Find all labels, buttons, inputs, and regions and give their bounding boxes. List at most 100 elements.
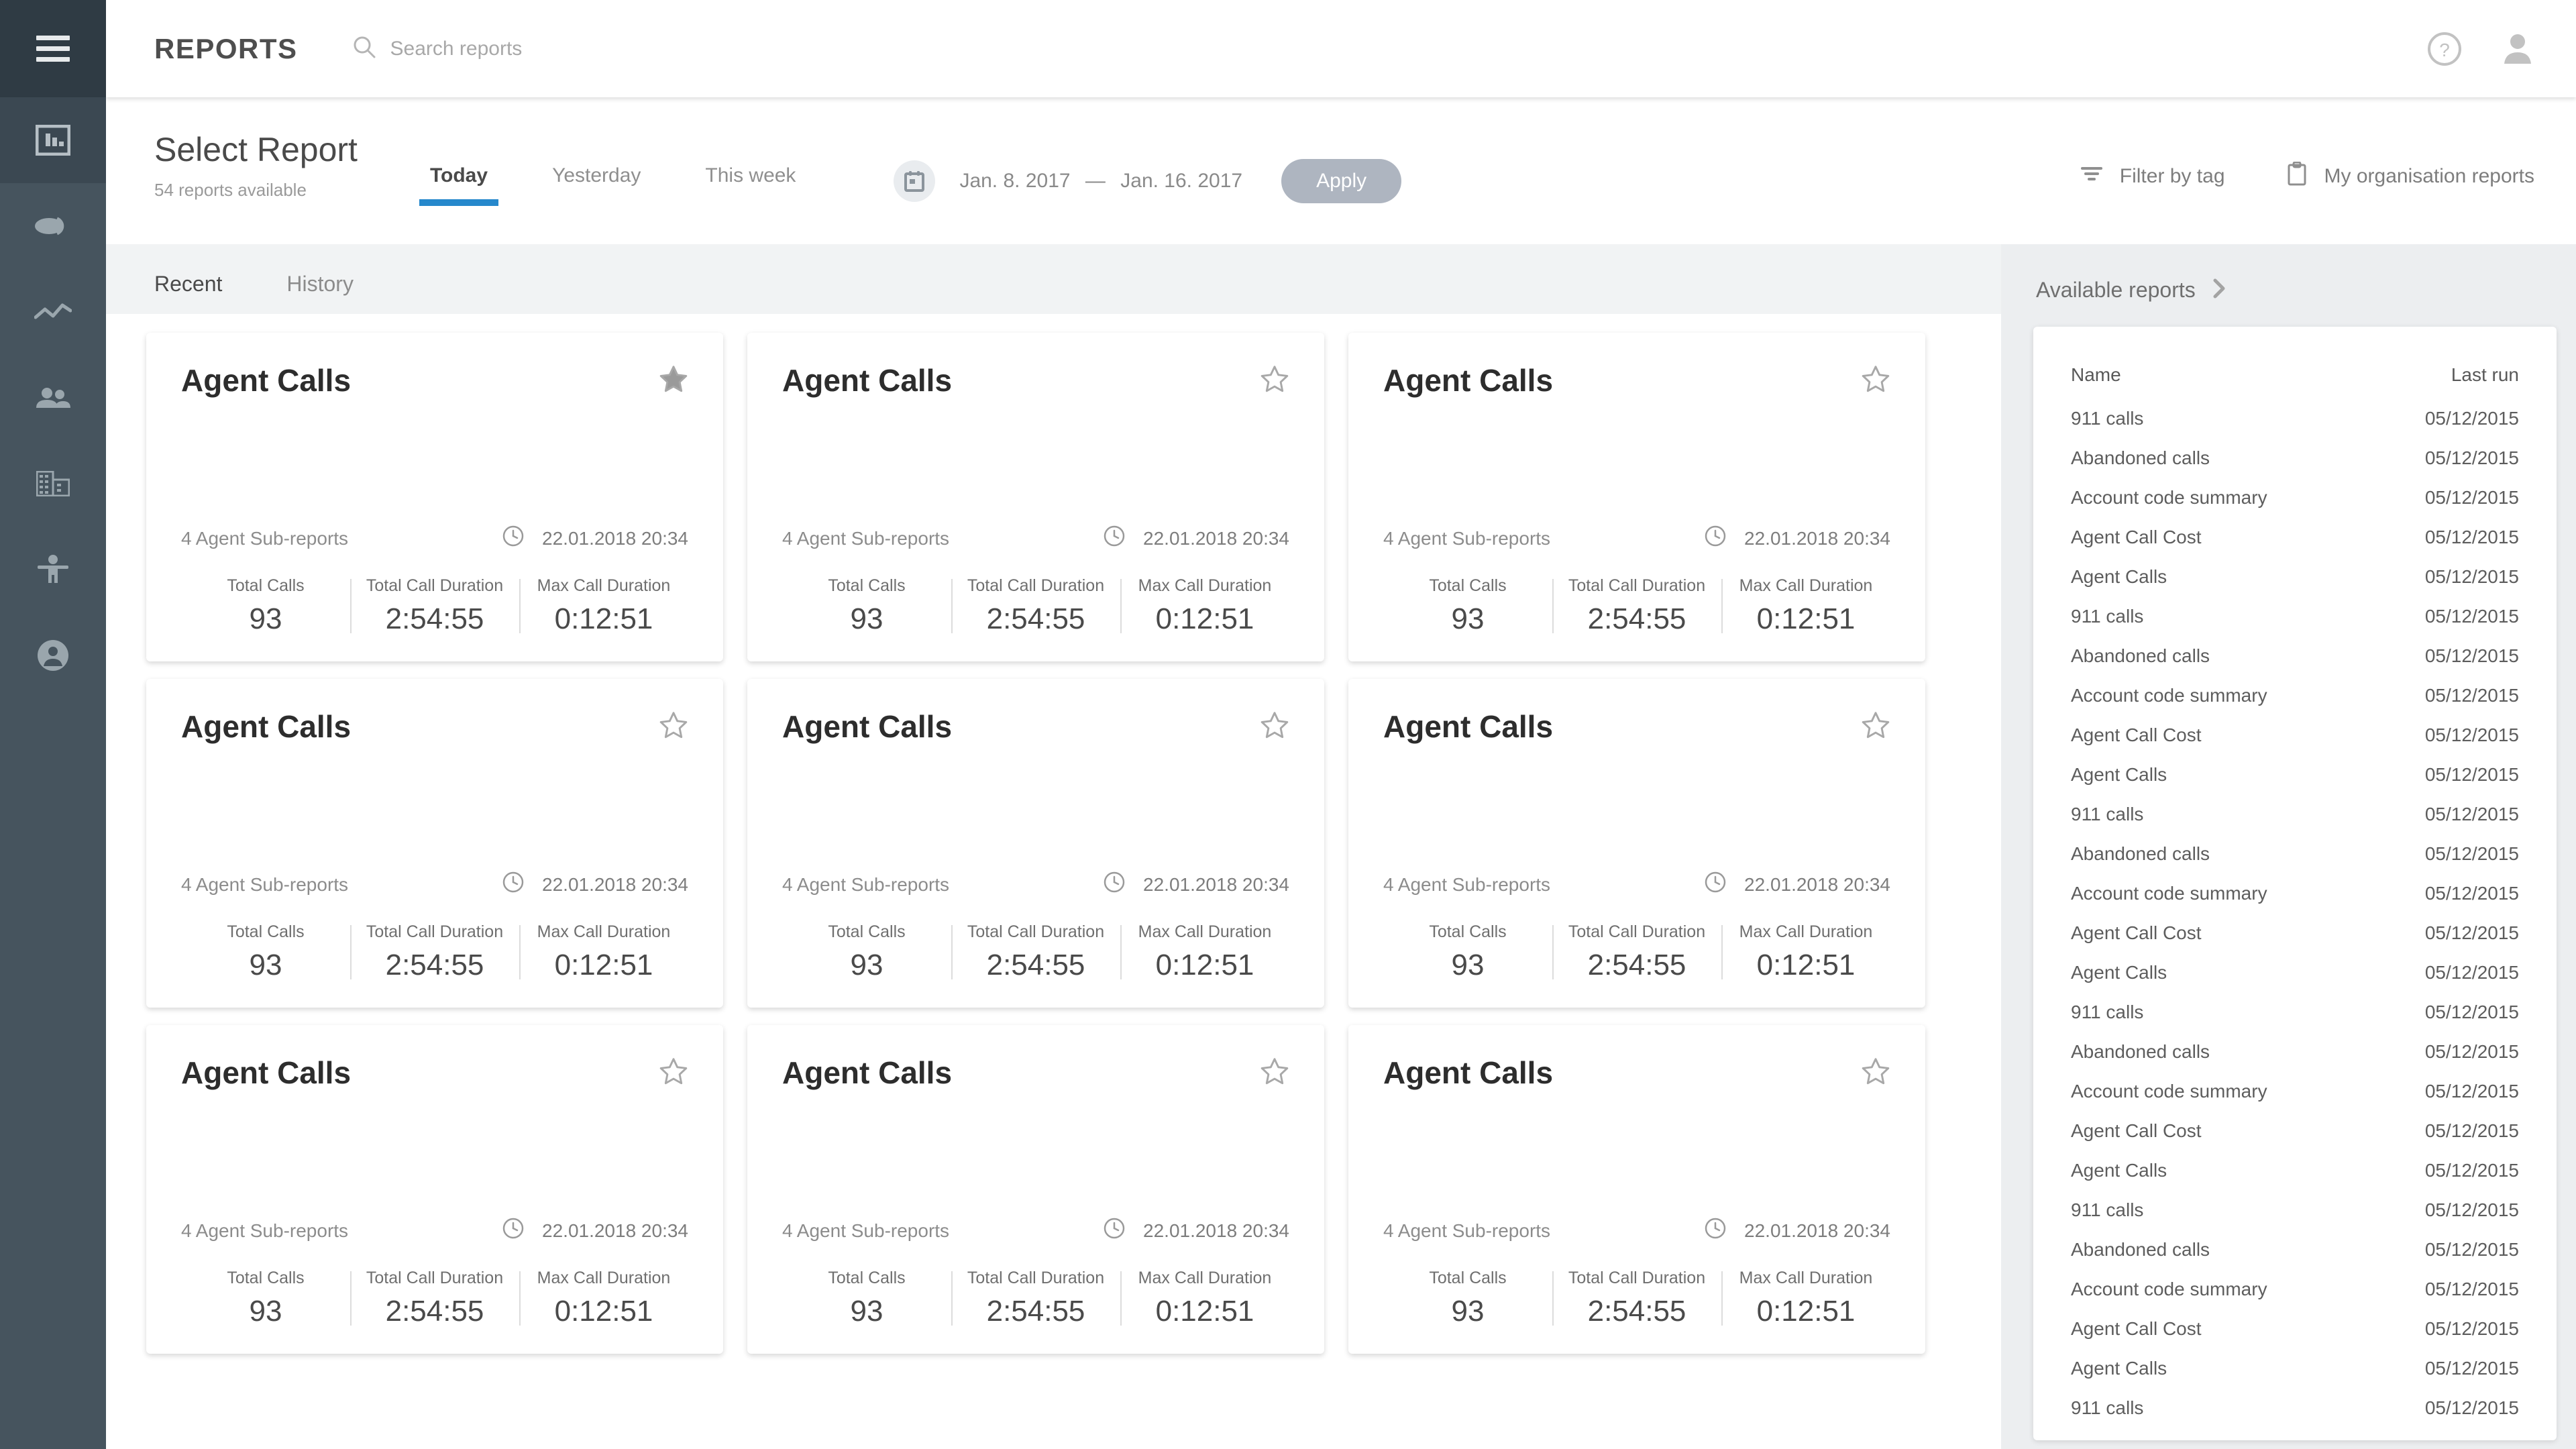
favorite-star-icon[interactable] — [1861, 365, 1890, 396]
report-card-meta: 4 Agent Sub-reports 22.01.2018 20:34 — [181, 1217, 688, 1244]
tab-yesterday[interactable]: Yesterday — [552, 164, 641, 206]
favorite-star-icon[interactable] — [1861, 711, 1890, 743]
available-report-row[interactable]: 911 calls 05/12/2015 — [2071, 1190, 2519, 1230]
available-report-row[interactable]: Agent Call Cost 05/12/2015 — [2071, 913, 2519, 953]
stat-value: 93 — [1451, 602, 1485, 635]
date-range-text[interactable]: Jan. 8. 2017 — Jan. 16. 2017 — [959, 170, 1242, 193]
stat-label: Total Call Duration — [366, 576, 504, 595]
tab-this-week[interactable]: This week — [705, 164, 796, 206]
stat-1: Total Call Duration 2:54:55 — [951, 576, 1120, 636]
filter-by-tag-button[interactable]: Filter by tag — [2080, 164, 2225, 189]
available-reports-header[interactable]: Available reports — [2001, 244, 2576, 303]
pie-chart-icon — [34, 215, 72, 237]
available-report-row[interactable]: Agent Call Cost 05/12/2015 — [2071, 517, 2519, 557]
report-card[interactable]: Agent Calls 4 Agent Sub-reports 22.01.2018… — [146, 1025, 723, 1354]
clock-icon — [1103, 1217, 1126, 1244]
available-report-row[interactable]: 911 calls 05/12/2015 — [2071, 1388, 2519, 1428]
report-card[interactable]: Agent Calls 4 Agent Sub-reports 22.01.2018… — [747, 1025, 1324, 1354]
available-report-row[interactable]: Account code summary 05/12/2015 — [2071, 873, 2519, 913]
last-run-stamp: 22.01.2018 20:34 — [1704, 525, 1890, 552]
available-report-row[interactable]: Agent Call Cost 05/12/2015 — [2071, 1309, 2519, 1348]
available-report-row[interactable]: Agent Calls 05/12/2015 — [2071, 1348, 2519, 1388]
available-report-row[interactable]: Agent Calls 05/12/2015 — [2071, 1150, 2519, 1190]
favorite-star-icon[interactable] — [659, 711, 688, 743]
top-header-bar: REPORTS Search reports ? — [106, 0, 2576, 97]
sidebar-item-agents[interactable] — [0, 355, 106, 441]
report-card[interactable]: Agent Calls 4 Agent Sub-reports 22.01.2018… — [1348, 679, 1925, 1008]
sidebar-item-organisation[interactable] — [0, 441, 106, 527]
available-report-row[interactable]: Account code summary 05/12/2015 — [2071, 1071, 2519, 1111]
stat-1: Total Call Duration 2:54:55 — [350, 576, 519, 636]
available-report-row[interactable]: Abandoned calls05/12/2015 — [2071, 834, 2519, 873]
available-report-row[interactable]: Abandoned calls05/12/2015 — [2071, 1428, 2519, 1441]
report-card[interactable]: Agent Calls 4 Agent Sub-reports 22.01.2018… — [1348, 333, 1925, 661]
stat-value: 2:54:55 — [1587, 1295, 1686, 1328]
report-card-title: Agent Calls — [1383, 363, 1554, 398]
app-title: REPORTS — [154, 32, 298, 64]
my-organisation-reports-button[interactable]: My organisation reports — [2287, 161, 2534, 191]
stat-value: 93 — [249, 949, 282, 981]
available-report-row[interactable]: Abandoned calls05/12/2015 — [2071, 1032, 2519, 1071]
available-report-row[interactable]: Abandoned calls05/12/2015 — [2071, 438, 2519, 478]
hamburger-menu-icon[interactable] — [36, 36, 70, 62]
available-report-row[interactable]: Agent Calls 05/12/2015 — [2071, 755, 2519, 794]
report-name: Agent Call Cost — [2071, 526, 2202, 547]
available-report-row[interactable]: Agent Calls 05/12/2015 — [2071, 953, 2519, 992]
available-report-row[interactable]: 911 calls 05/12/2015 — [2071, 596, 2519, 636]
available-report-row[interactable]: 911 calls 05/12/2015 — [2071, 794, 2519, 834]
tab-today[interactable]: Today — [419, 164, 499, 206]
timestamp-text: 22.01.2018 20:34 — [1744, 873, 1890, 895]
available-report-row[interactable]: Account code summary 05/12/2015 — [2071, 478, 2519, 517]
available-reports-table: Name Last run 911 calls 05/12/2015 Abandon… — [2033, 327, 2557, 1440]
report-last-run: 05/12/2015 — [2424, 1040, 2519, 1062]
available-report-row[interactable]: Account code summary 05/12/2015 — [2071, 676, 2519, 715]
report-last-run: 05/12/2015 — [2424, 961, 2519, 983]
report-card[interactable]: Agent Calls 4 Agent Sub-reports 22.01.2018… — [146, 333, 723, 661]
available-report-row[interactable]: Account code summary 05/12/2015 — [2071, 1269, 2519, 1309]
calendar-icon[interactable] — [894, 160, 936, 202]
available-report-row[interactable]: 911 calls 05/12/2015 — [2071, 398, 2519, 438]
stat-0: Total Calls 93 — [782, 1269, 951, 1328]
report-name: 911 calls — [2071, 407, 2144, 429]
stat-label: Max Call Duration — [537, 576, 671, 595]
favorite-star-icon[interactable] — [1861, 1057, 1890, 1089]
sidebar-item-dashboard[interactable] — [0, 97, 106, 183]
last-run-stamp: 22.01.2018 20:34 — [1704, 1217, 1890, 1244]
sidebar-item-trends[interactable] — [0, 269, 106, 355]
sidebar-item-profile[interactable] — [0, 612, 106, 698]
chevron-right-icon[interactable] — [2212, 278, 2226, 303]
report-card[interactable]: Agent Calls 4 Agent Sub-reports 22.01.2018… — [146, 679, 723, 1008]
stat-2: Max Call Duration 0:12:51 — [1120, 576, 1289, 636]
available-report-row[interactable]: Abandoned calls05/12/2015 — [2071, 636, 2519, 676]
favorite-star-icon[interactable] — [659, 1057, 688, 1089]
favorite-star-icon[interactable] — [1260, 1057, 1289, 1089]
help-circle-icon[interactable]: ? — [2427, 32, 2462, 66]
report-card[interactable]: Agent Calls 4 Agent Sub-reports 22.01.2018… — [747, 333, 1324, 661]
report-name: Abandoned calls — [2071, 645, 2210, 666]
available-report-row[interactable]: Agent Call Cost 05/12/2015 — [2071, 715, 2519, 755]
last-run-stamp: 22.01.2018 20:34 — [502, 871, 688, 898]
favorite-star-icon[interactable] — [659, 365, 688, 396]
report-card[interactable]: Agent Calls 4 Agent Sub-reports 22.01.2018… — [1348, 1025, 1925, 1354]
available-report-row[interactable]: Agent Call Cost 05/12/2015 — [2071, 1111, 2519, 1150]
apply-button[interactable]: Apply — [1281, 159, 1402, 203]
available-report-row[interactable]: Abandoned calls05/12/2015 — [2071, 1230, 2519, 1269]
clock-icon — [502, 871, 525, 898]
stat-label: Max Call Duration — [1138, 576, 1272, 595]
favorite-star-icon[interactable] — [1260, 365, 1289, 396]
user-account-icon[interactable] — [2501, 32, 2534, 66]
sidebar-item-accessibility[interactable] — [0, 527, 106, 612]
report-card-meta: 4 Agent Sub-reports 22.01.2018 20:34 — [181, 871, 688, 898]
favorite-star-icon[interactable] — [1260, 711, 1289, 743]
stat-1: Total Call Duration 2:54:55 — [350, 922, 519, 982]
available-report-row[interactable]: Agent Calls 05/12/2015 — [2071, 557, 2519, 596]
available-report-row[interactable]: 911 calls 05/12/2015 — [2071, 992, 2519, 1032]
report-card-meta: 4 Agent Sub-reports 22.01.2018 20:34 — [782, 525, 1289, 552]
date-range-dash: — — [1085, 170, 1106, 192]
search-input[interactable]: Search reports — [353, 36, 522, 62]
tab-history[interactable]: History — [286, 272, 354, 314]
report-card-title: Agent Calls — [1383, 709, 1554, 744]
tab-recent[interactable]: Recent — [154, 272, 222, 314]
sidebar-item-calls[interactable] — [0, 183, 106, 269]
report-card[interactable]: Agent Calls 4 Agent Sub-reports 22.01.2018… — [747, 679, 1324, 1008]
